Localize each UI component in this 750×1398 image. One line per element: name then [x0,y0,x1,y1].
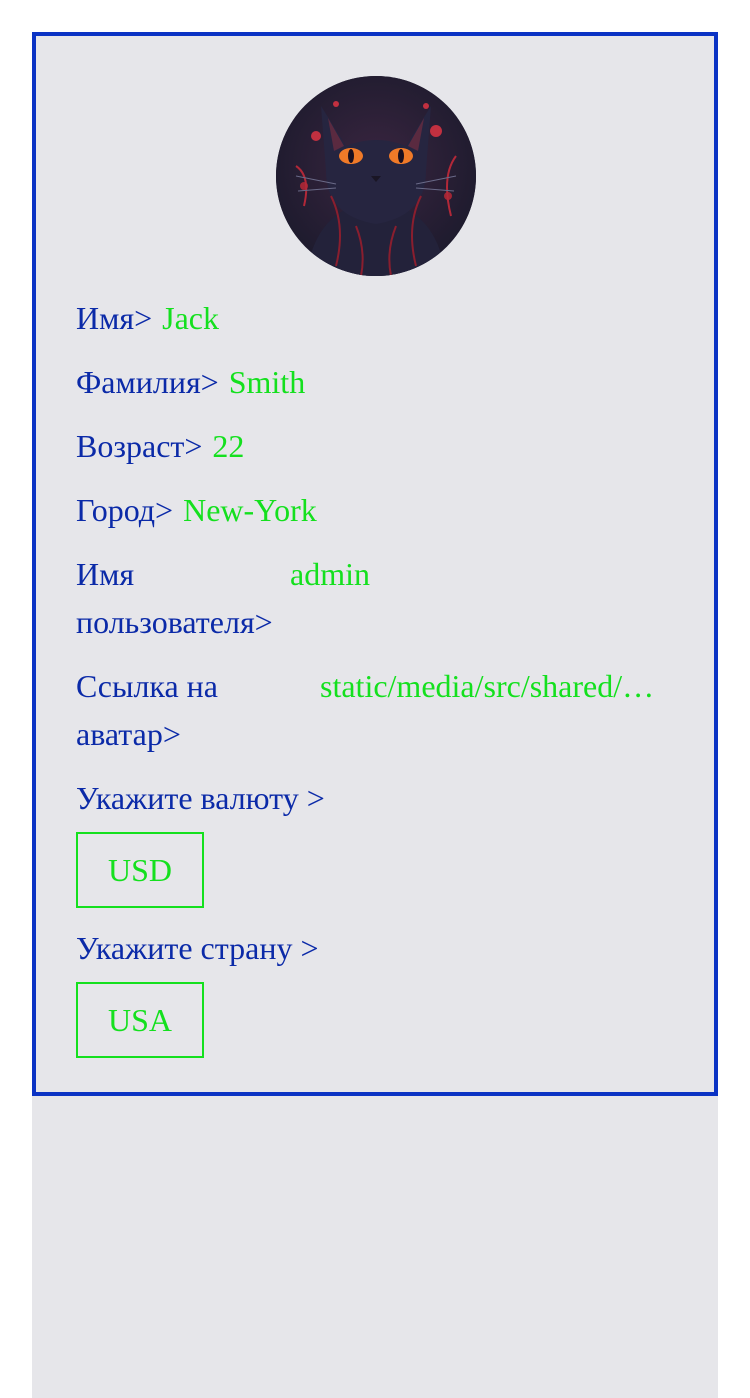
age-value: 22 [212,428,245,464]
profile-fields: Имя> Jack Фамилия> Smith Возраст> 22 Гор… [76,294,682,1074]
avatar-link-label: Ссылка на аватар> [76,668,218,752]
currency-select[interactable]: USD [76,832,204,908]
last-name-value: Smith [228,364,306,400]
last-name-label: Фамилия> [76,364,219,400]
age-row: Возраст> 22 [76,422,682,470]
avatar-link-row: Ссылка на аватар> static/media/src/share… [76,662,682,758]
country-block: Укажите страну > USA [76,924,682,1058]
first-name-row: Имя> Jack [76,294,682,342]
currency-label: Укажите валюту > [76,780,325,816]
avatar [276,76,476,276]
city-row: Город> New-York [76,486,682,534]
last-name-row: Фамилия> Smith [76,358,682,406]
currency-block: Укажите валюту > USD [76,774,682,908]
username-value: admin [290,556,370,592]
country-label: Укажите страну > [76,930,319,966]
username-row: Имя пользователя> admin [76,550,682,646]
city-label: Город> [76,492,174,528]
cat-avatar-image [276,76,476,276]
first-name-value: Jack [162,300,219,336]
first-name-label: Имя> [76,300,153,336]
age-label: Возраст> [76,428,203,464]
city-value: New-York [183,492,317,528]
country-select[interactable]: USA [76,982,204,1058]
profile-card: Имя> Jack Фамилия> Smith Возраст> 22 Гор… [32,32,718,1096]
avatar-link-value: static/media/src/shared/a… [320,668,668,704]
username-label: Имя пользователя> [76,556,273,640]
